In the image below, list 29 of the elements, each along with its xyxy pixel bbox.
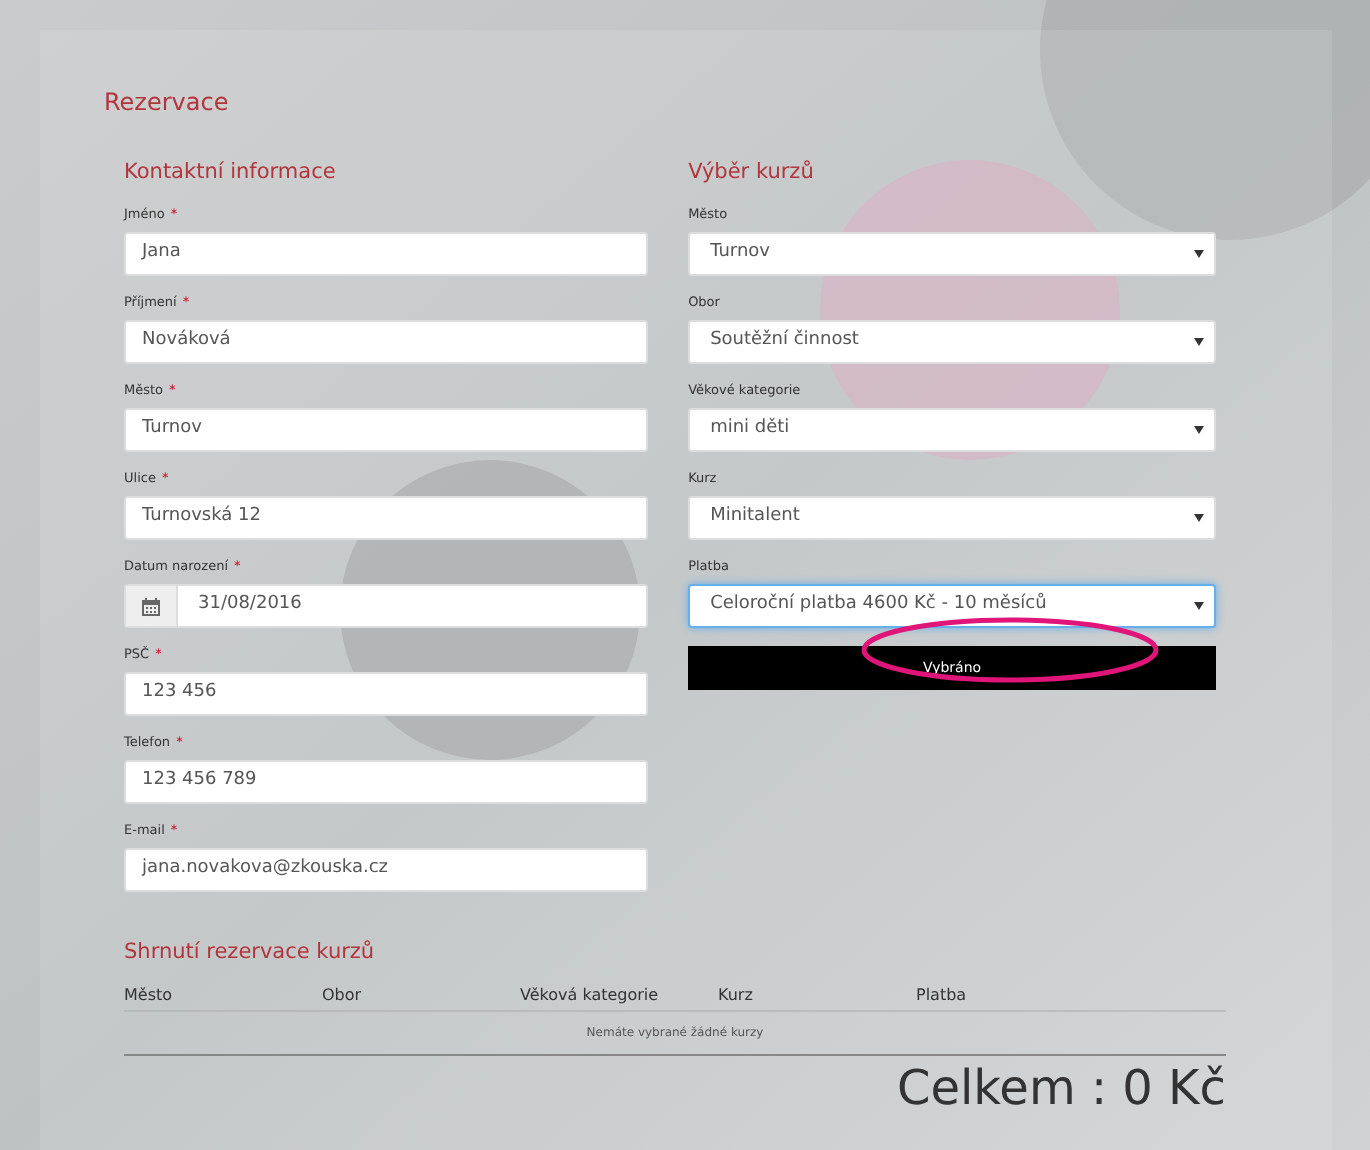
input-field[interactable]: Nováková xyxy=(124,320,649,364)
column-header: Platba xyxy=(916,984,969,1008)
input-field[interactable]: Turnovská 12 xyxy=(124,496,649,540)
select-field[interactable]: Soutěžní činnost xyxy=(688,320,1216,364)
total-price: Celkem : 0 Kč xyxy=(896,1058,1226,1120)
select-field[interactable]: Minitalent xyxy=(688,496,1216,540)
input-field[interactable]: Turnov xyxy=(124,408,649,452)
column-header: Město xyxy=(124,984,175,1008)
input-field[interactable]: Jana xyxy=(124,232,649,276)
dropdown-caret-icon xyxy=(1194,338,1204,346)
dropdown-caret-icon xyxy=(1194,514,1204,522)
column-header: Kurz xyxy=(718,984,755,1008)
page-title: Rezervace xyxy=(104,86,231,120)
input-field[interactable]: 123 456 789 xyxy=(124,760,649,804)
dropdown-caret-icon xyxy=(1194,426,1204,434)
dropdown-caret-icon xyxy=(1194,602,1204,610)
calendar-icon xyxy=(142,597,160,615)
section-heading: Shrnutí rezervace kurzů xyxy=(124,938,377,968)
section-heading: Kontaktní informace xyxy=(124,158,338,188)
select-field[interactable]: Turnov xyxy=(688,232,1216,276)
select-field[interactable]: Celoroční platba 4600 Kč - 10 měsíců xyxy=(688,584,1216,628)
column-header: Obor xyxy=(322,984,364,1008)
dropdown-caret-icon xyxy=(1194,250,1204,258)
column-header: Věková kategorie xyxy=(520,984,661,1008)
date-field[interactable]: 31/08/2016 xyxy=(124,584,649,628)
section-heading: Výběr kurzů xyxy=(688,158,816,188)
input-field[interactable]: jana.novakova@zkouska.cz xyxy=(124,848,649,892)
input-field[interactable]: 123 456 xyxy=(124,672,649,716)
select-field[interactable]: mini děti xyxy=(688,408,1216,452)
